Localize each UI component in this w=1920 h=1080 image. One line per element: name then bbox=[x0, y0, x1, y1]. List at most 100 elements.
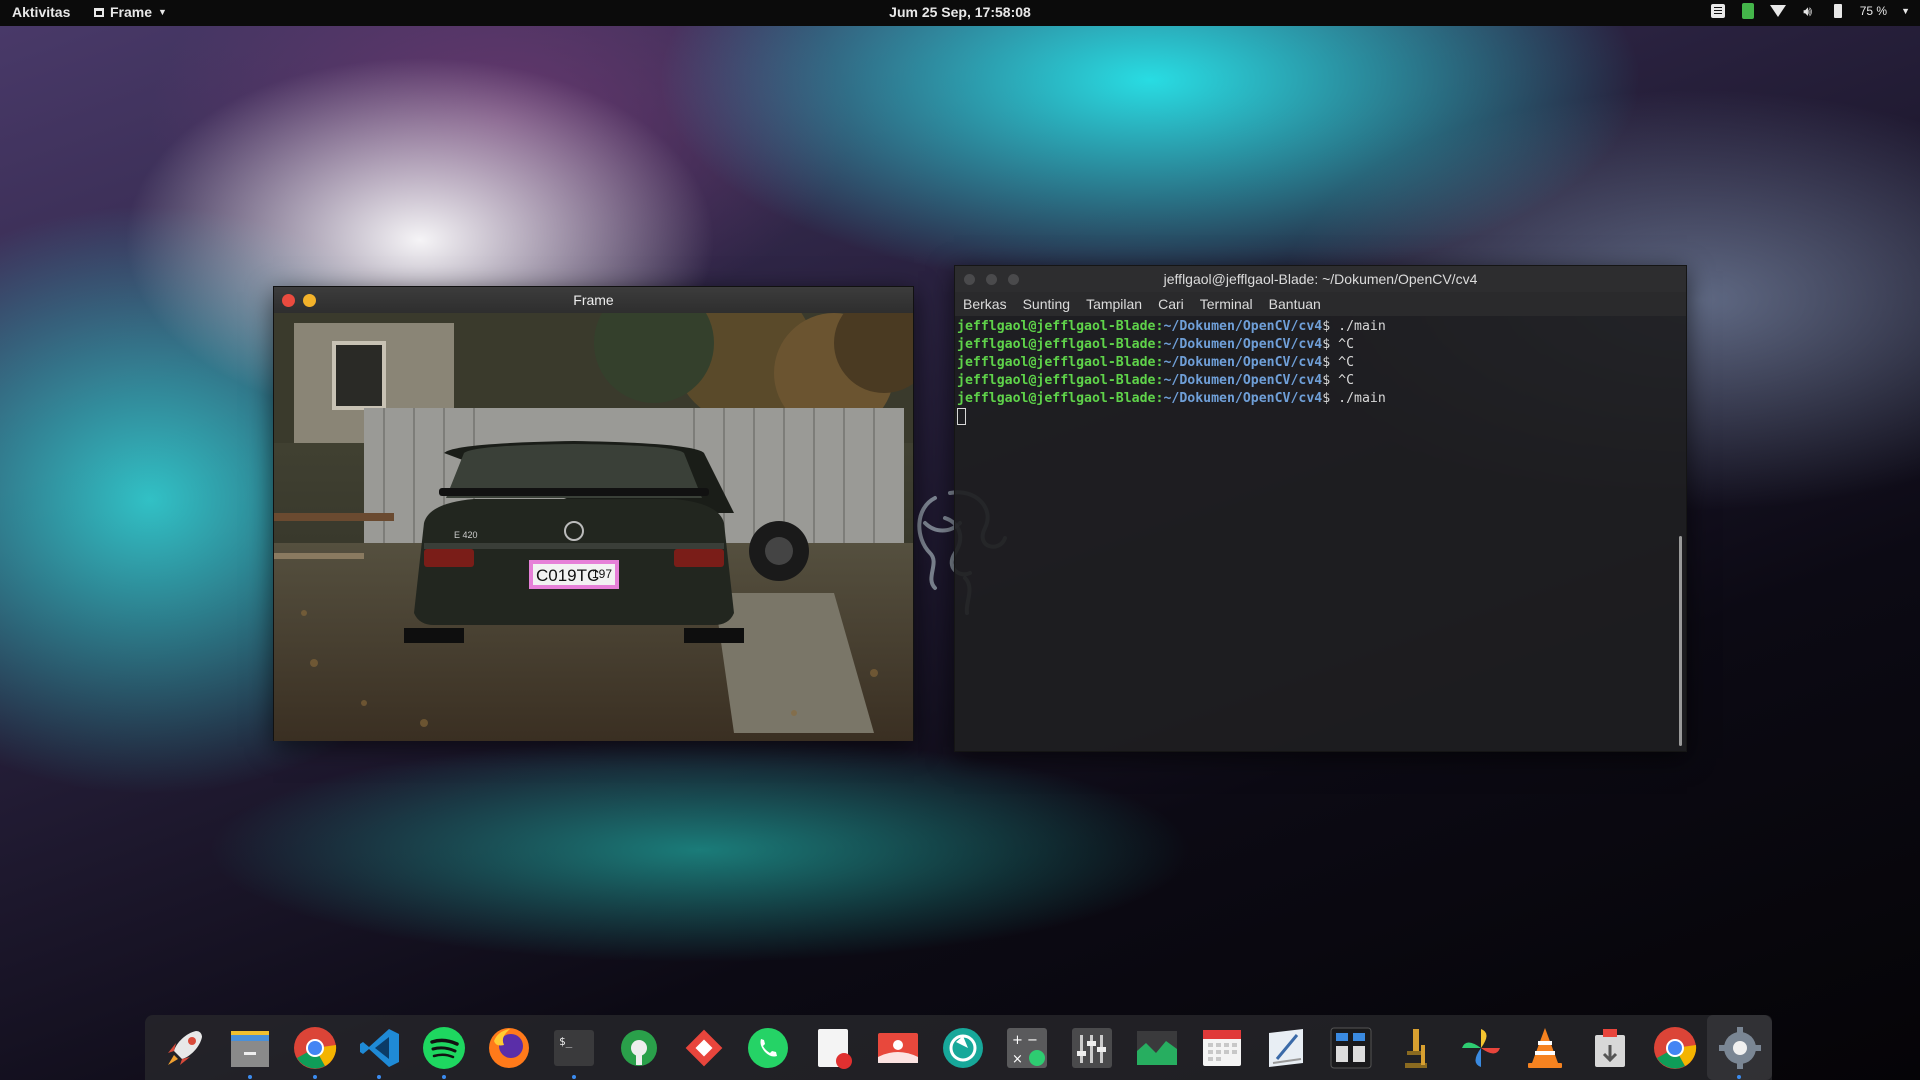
terminal-cursor bbox=[957, 408, 966, 425]
dock-item-system-monitor[interactable] bbox=[1124, 1015, 1189, 1080]
dock-item-settings[interactable] bbox=[1707, 1015, 1773, 1080]
dock-item-firefox[interactable] bbox=[477, 1015, 542, 1080]
frame-title: Frame bbox=[573, 292, 614, 308]
chevron-down-icon[interactable]: ▼ bbox=[1901, 6, 1910, 16]
mixer-icon bbox=[1072, 1027, 1113, 1068]
camera-frame-image: E 420 C019TC 197 bbox=[274, 313, 913, 741]
dock-item-calendar[interactable] bbox=[1189, 1015, 1254, 1080]
dock-item-microscope[interactable] bbox=[1384, 1015, 1449, 1080]
dock-item-launcher[interactable] bbox=[153, 1015, 218, 1080]
dock-item-vscode[interactable] bbox=[347, 1015, 412, 1080]
calendar-icon bbox=[1202, 1029, 1241, 1066]
dock-item-chrome[interactable] bbox=[283, 1015, 348, 1080]
aperture-icon bbox=[942, 1027, 983, 1068]
rocket-launcher-icon bbox=[168, 1030, 203, 1065]
window-icon bbox=[94, 7, 104, 17]
frame-window[interactable]: Frame E 420 C019TC 197 bbox=[273, 286, 914, 741]
archive-manager-icon bbox=[1595, 1028, 1626, 1067]
terminal-menubar: Berkas Sunting Tampilan Cari Terminal Ba… bbox=[955, 292, 1686, 316]
menu-bantuan[interactable]: Bantuan bbox=[1261, 292, 1329, 316]
menu-cari[interactable]: Cari bbox=[1150, 292, 1192, 316]
vlc-icon bbox=[1528, 1027, 1563, 1068]
terminal-cursor-line bbox=[957, 408, 1684, 427]
battery-icon[interactable] bbox=[1830, 3, 1846, 19]
menu-terminal[interactable]: Terminal bbox=[1192, 292, 1261, 316]
system-monitor-icon bbox=[1136, 1030, 1177, 1065]
terminal-line: jefflgaol@jefflgaol-Blade:~/Dokumen/Open… bbox=[957, 337, 1355, 352]
calculator-icon: + − × bbox=[1007, 1027, 1048, 1068]
svg-text:+ −: + − bbox=[1012, 1033, 1038, 1048]
menu-berkas[interactable]: Berkas bbox=[963, 292, 1015, 316]
menu-tampilan[interactable]: Tampilan bbox=[1078, 292, 1150, 316]
dock-item-writer[interactable] bbox=[1254, 1015, 1319, 1080]
maximize-button[interactable] bbox=[1008, 274, 1019, 285]
dock-item-vlc[interactable] bbox=[1513, 1015, 1578, 1080]
system-tray[interactable]: 🔊︎ 75 % ▼ bbox=[1710, 3, 1910, 19]
terminal-line: jefflgaol@jefflgaol-Blade:~/Dokumen/Open… bbox=[957, 319, 1386, 334]
settings-icon bbox=[1718, 1026, 1761, 1069]
dock-item-whatsapp[interactable] bbox=[736, 1015, 801, 1080]
close-button[interactable] bbox=[964, 274, 975, 285]
app-grid-icon bbox=[1330, 1027, 1372, 1068]
pinwheel-icon bbox=[1461, 1028, 1500, 1067]
dock: $_ + − × bbox=[145, 1015, 1773, 1080]
terminal-line: jefflgaol@jefflgaol-Blade:~/Dokumen/Open… bbox=[957, 373, 1355, 388]
writer-icon bbox=[1269, 1028, 1304, 1067]
dock-item-image-viewer[interactable] bbox=[865, 1015, 930, 1080]
chrome-alt-icon bbox=[1653, 1026, 1697, 1069]
running-indicator bbox=[571, 1075, 576, 1079]
terminal-window[interactable]: jefflgaol@jefflgaol-Blade: ~/Dokumen/Ope… bbox=[954, 265, 1687, 752]
notes-icon[interactable] bbox=[1710, 3, 1726, 19]
dock-item-pinwheel[interactable] bbox=[1448, 1015, 1513, 1080]
dock-item-aperture[interactable] bbox=[930, 1015, 995, 1080]
dock-item-chrome-alt[interactable] bbox=[1643, 1015, 1708, 1080]
terminal-line: jefflgaol@jefflgaol-Blade:~/Dokumen/Open… bbox=[957, 391, 1386, 406]
plate-region: 197 bbox=[592, 567, 612, 581]
clock[interactable]: Jum 25 Sep, 17:58:08 bbox=[0, 4, 1920, 20]
frame-titlebar[interactable]: Frame bbox=[274, 287, 913, 313]
chrome-icon bbox=[293, 1026, 337, 1069]
text-editor-icon bbox=[818, 1028, 853, 1069]
app-menu-label: Frame bbox=[110, 4, 153, 20]
image-viewer-icon bbox=[877, 1032, 918, 1063]
menu-sunting[interactable]: Sunting bbox=[1015, 292, 1078, 316]
plate-number: C019TC bbox=[536, 566, 599, 585]
dock-item-calculator[interactable]: + − × bbox=[995, 1015, 1060, 1080]
anydesk-icon bbox=[685, 1029, 722, 1066]
volume-icon[interactable]: 🔊︎ bbox=[1800, 3, 1816, 19]
svg-text:×: × bbox=[1012, 1052, 1023, 1067]
dock-item-files[interactable] bbox=[218, 1015, 283, 1080]
dock-item-text-editor[interactable] bbox=[801, 1015, 866, 1080]
files-icon bbox=[231, 1030, 270, 1067]
top-bar: Aktivitas Frame ▼ Jum 25 Sep, 17:58:08 🔊… bbox=[0, 0, 1920, 26]
car-badge: E 420 bbox=[454, 530, 478, 540]
dock-item-mixer[interactable] bbox=[1060, 1015, 1125, 1080]
dock-item-spotify[interactable] bbox=[412, 1015, 477, 1080]
terminal-line: jefflgaol@jefflgaol-Blade:~/Dokumen/Open… bbox=[957, 355, 1355, 370]
dock-item-terminal[interactable]: $_ bbox=[542, 1015, 607, 1080]
firefox-icon bbox=[489, 1027, 530, 1068]
microscope-icon bbox=[1404, 1028, 1427, 1068]
dock-item-tweaks[interactable] bbox=[606, 1015, 671, 1080]
terminal-scrollbar[interactable] bbox=[1679, 536, 1682, 746]
terminal-title: jefflgaol@jefflgaol-Blade: ~/Dokumen/Ope… bbox=[1163, 271, 1478, 287]
running-indicator bbox=[312, 1075, 317, 1079]
wifi-icon[interactable] bbox=[1769, 3, 1786, 19]
chevron-down-icon: ▼ bbox=[158, 7, 167, 17]
terminal-titlebar[interactable]: jefflgaol@jefflgaol-Blade: ~/Dokumen/Ope… bbox=[955, 266, 1686, 292]
minimize-button[interactable] bbox=[303, 294, 316, 307]
terminal-output[interactable]: jefflgaol@jefflgaol-Blade:~/Dokumen/Open… bbox=[955, 316, 1686, 427]
dock-item-app-grid[interactable] bbox=[1319, 1015, 1384, 1080]
activities-button[interactable]: Aktivitas bbox=[12, 4, 70, 20]
minimize-button[interactable] bbox=[986, 274, 997, 285]
app-menu[interactable]: Frame ▼ bbox=[94, 4, 167, 20]
close-button[interactable] bbox=[282, 294, 295, 307]
dock-item-archive-manager[interactable] bbox=[1578, 1015, 1643, 1080]
running-indicator bbox=[247, 1075, 252, 1079]
running-indicator bbox=[377, 1075, 382, 1079]
whatsapp-icon bbox=[748, 1027, 789, 1068]
dock-item-anydesk[interactable] bbox=[671, 1015, 736, 1080]
tweaks-icon bbox=[620, 1029, 657, 1066]
razer-battery-icon[interactable] bbox=[1740, 3, 1756, 19]
battery-percent[interactable]: 75 % bbox=[1860, 4, 1887, 18]
